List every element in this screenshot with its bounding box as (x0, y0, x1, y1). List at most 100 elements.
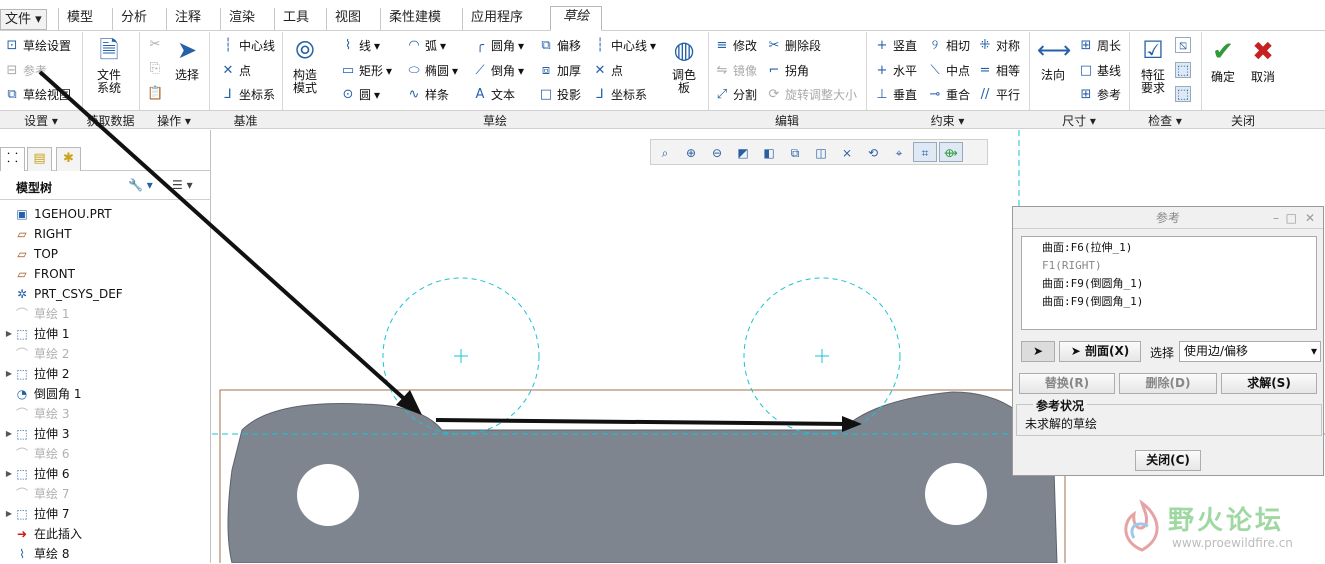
corner-button[interactable]: ⌐ 拐角 (766, 62, 809, 79)
tree-item[interactable]: ▣ 1GEHOU.PRT (4, 204, 111, 224)
tree-item[interactable]: ◔ 倒圆角 1 (4, 384, 82, 404)
ellipse-button[interactable]: ⬭ 椭圆 ▾ (406, 62, 458, 79)
saved-views-button[interactable]: ⧉ (783, 142, 807, 162)
zoom-in-button[interactable]: ⊕ (679, 142, 703, 162)
feature-requirements-button[interactable]: ☑ 特征要求 (1135, 35, 1171, 95)
sketch-view-button[interactable]: ⧉ 草绘视图 (4, 86, 71, 103)
tree-item[interactable]: ⌒ 草绘 2 (4, 344, 69, 364)
sketch-display-filter-button[interactable]: ⌗ (913, 142, 937, 162)
delete-reference-button[interactable]: 删除(D) (1119, 373, 1217, 394)
select-mode-dropdown[interactable]: 使用边/偏移 ▾ (1179, 341, 1321, 362)
palette-button[interactable]: ◍ 调色板 (666, 35, 702, 95)
close-dialog-button[interactable]: 关闭(C) (1135, 450, 1201, 471)
divide-button[interactable]: ⤢ 分割 (714, 86, 757, 103)
shade-closed-loops-button[interactable]: ⬚ (1175, 86, 1191, 102)
tab-tools[interactable]: 工具 (274, 8, 317, 30)
solve-button[interactable]: 求解(S) (1221, 373, 1317, 394)
rectangle-button[interactable]: ▭ 矩形 ▾ (340, 62, 392, 79)
paste-button[interactable]: 📋 (147, 86, 163, 102)
file-system-button[interactable]: 🗎 文件系统 (88, 35, 130, 95)
tree-item[interactable]: ⌒ 草绘 3 (4, 404, 69, 424)
circle-button[interactable]: ⊙ 圆 ▾ (340, 86, 381, 103)
tab-folder-browser[interactable]: ▤ (27, 147, 52, 171)
arc-button[interactable]: ◠ 弧 ▾ (406, 37, 446, 54)
sketch-point-button[interactable]: ✕ 点 (592, 62, 623, 79)
tab-annotate[interactable]: 注释 (166, 8, 209, 30)
group-inspect[interactable]: 检查 ▾ (1129, 112, 1201, 129)
thicken-button[interactable]: ⧈ 加厚 (538, 62, 581, 79)
tangent-constraint-button[interactable]: ୨ 相切 (927, 37, 970, 54)
overlapping-geometry-button[interactable]: ⧅ (1175, 37, 1191, 53)
reference-item[interactable]: F1(RIGHT) (1042, 257, 1296, 275)
line-button[interactable]: ⌇ 线 ▾ (340, 37, 380, 54)
constraint-display-button[interactable]: ⟴ (939, 142, 963, 162)
datum-centerline-button[interactable]: ┆ 中心线 (220, 37, 275, 54)
reference-item[interactable]: 曲面:F6(拉伸_1) (1042, 239, 1296, 257)
tab-favorites[interactable]: ✱ (56, 147, 81, 171)
offset-button[interactable]: ⧉ 偏移 (538, 37, 581, 54)
mirror-button[interactable]: ⇋ 镜像 (714, 62, 757, 79)
tab-view[interactable]: 视图 (326, 8, 369, 30)
tree-item[interactable]: ⌒ 草绘 6 (4, 444, 69, 464)
tree-item[interactable]: ▱ FRONT (4, 264, 75, 284)
select-button[interactable]: ➤ 选择 (170, 35, 204, 82)
cancel-button[interactable]: ✖ 取消 (1246, 37, 1280, 84)
sketch-csys-button[interactable]: ⅃ 坐标系 (592, 86, 647, 103)
tree-item[interactable]: ⌒ 草绘 7 (4, 484, 69, 504)
tree-item[interactable]: ✲ PRT_CSYS_DEF (4, 284, 123, 304)
sketch-centerline-button[interactable]: ┆ 中心线 ▾ (592, 37, 656, 54)
equal-constraint-button[interactable]: = 相等 (977, 62, 1020, 79)
tree-item[interactable]: ⌒ 草绘 1 (4, 304, 69, 324)
cut-button[interactable]: ✂ (147, 37, 163, 53)
tree-item[interactable]: ▶ ⬚ 拉伸 2 (4, 364, 70, 384)
annotation-display-button[interactable]: ⟲ (861, 142, 885, 162)
reference-item[interactable]: 曲面:F9(倒圆角_1) (1042, 275, 1296, 293)
maximize-icon[interactable]: □ (1286, 207, 1297, 229)
tree-item[interactable]: ⌇ 草绘 8 (4, 544, 69, 564)
tab-sketch[interactable]: 草绘 (550, 6, 603, 31)
tab-flexible-modeling[interactable]: 柔性建模 (380, 8, 449, 30)
perpendicular-constraint-button[interactable]: ⊥ 垂直 (874, 86, 917, 103)
spline-button[interactable]: ∿ 样条 (406, 86, 449, 103)
zoom-out-button[interactable]: ⊖ (705, 142, 729, 162)
tab-model[interactable]: 模型 (58, 8, 101, 30)
tab-analysis[interactable]: 分析 (112, 8, 155, 30)
delete-segment-button[interactable]: ✂ 删除段 (766, 37, 821, 54)
pick-reference-button[interactable]: ➤ (1021, 341, 1055, 362)
section-button[interactable]: ➤ 剖面(X) (1059, 341, 1141, 362)
tab-model-tree[interactable]: ⸬ (0, 147, 25, 171)
copy-button[interactable]: ⎘ (147, 61, 163, 77)
expand-arrow-icon[interactable]: ▶ (4, 364, 14, 384)
repaint-button[interactable]: ◩ (731, 142, 755, 162)
project-button[interactable]: □ 投影 (538, 86, 581, 103)
tree-item[interactable]: ▶ ⬚ 拉伸 6 (4, 464, 70, 484)
datum-point-button[interactable]: ✕ 点 (220, 62, 251, 79)
refit-button[interactable]: ⌕ (653, 142, 677, 162)
group-operations[interactable]: 操作 ▾ (139, 112, 209, 129)
symmetric-constraint-button[interactable]: ⁜ 对称 (977, 37, 1020, 54)
parallel-constraint-button[interactable]: // 平行 (977, 86, 1020, 103)
tree-item[interactable]: ▶ ⬚ 拉伸 7 (4, 504, 70, 524)
tab-applications[interactable]: 应用程序 (462, 8, 531, 30)
modify-button[interactable]: ≡ 修改 (714, 37, 757, 54)
tree-item[interactable]: ▶ ⬚ 拉伸 3 (4, 424, 70, 444)
minimize-icon[interactable]: – (1273, 207, 1279, 229)
reference-dimension-button[interactable]: ⊞ 参考 (1078, 86, 1121, 103)
baseline-button[interactable]: □ 基线 (1078, 62, 1121, 79)
group-setup[interactable]: 设置 ▾ (0, 112, 82, 129)
tab-render[interactable]: 渲染 (220, 8, 263, 30)
chamfer-button[interactable]: ⟋ 倒角 ▾ (472, 62, 524, 79)
fillet-button[interactable]: ╭ 圆角 ▾ (472, 37, 524, 54)
replace-button[interactable]: 替换(R) (1019, 373, 1115, 394)
normal-dimension-button[interactable]: ⟷ 法向 (1035, 35, 1071, 82)
expand-arrow-icon[interactable]: ▶ (4, 464, 14, 484)
expand-arrow-icon[interactable]: ▶ (4, 424, 14, 444)
close-icon[interactable]: ✕ (1305, 207, 1315, 229)
tree-item[interactable]: ➜ 在此插入 (4, 524, 82, 544)
spin-center-button[interactable]: ⌖ (887, 142, 911, 162)
expand-arrow-icon[interactable]: ▶ (4, 324, 14, 344)
coincident-constraint-button[interactable]: ⊸ 重合 (927, 86, 970, 103)
tree-settings-icon[interactable]: 🔧 ▾ (128, 178, 153, 192)
tree-item[interactable]: ▱ TOP (4, 244, 58, 264)
file-menu[interactable]: 文件 ▾ (0, 9, 47, 30)
